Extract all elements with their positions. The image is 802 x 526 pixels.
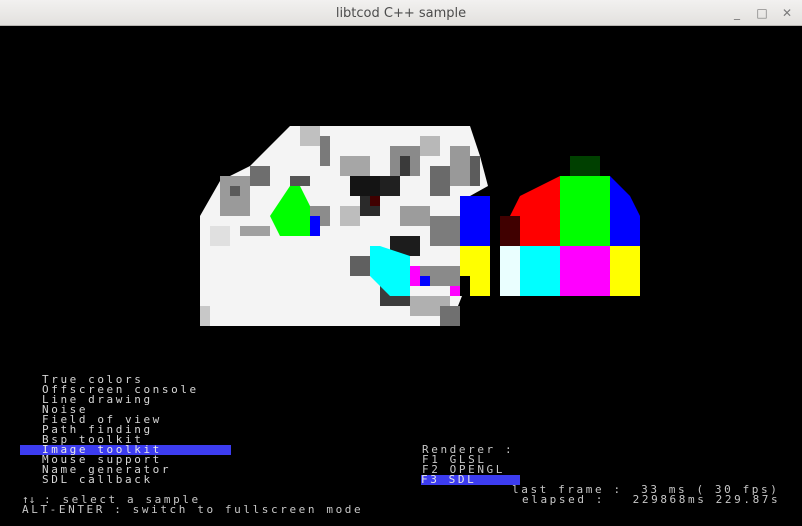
close-icon[interactable]: ✕ bbox=[779, 5, 795, 21]
renderer-option-sdl[interactable]: F3 SDL bbox=[421, 474, 520, 485]
color-quadrant-image bbox=[500, 156, 640, 296]
minimize-icon[interactable]: _ bbox=[729, 5, 745, 21]
window-titlebar: libtcod C++ sample _ □ ✕ bbox=[0, 0, 802, 26]
console-area: True colors Offscreen console Line drawi… bbox=[0, 26, 802, 526]
elapsed-stat: elapsed : 229868ms 229.87s bbox=[522, 493, 781, 506]
help-fullscreen: ALT-ENTER : switch to fullscreen mode bbox=[22, 503, 364, 516]
window-title: libtcod C++ sample bbox=[335, 6, 467, 21]
skull-image bbox=[200, 126, 490, 326]
menu-item-sdl-callback[interactable]: SDL callback bbox=[20, 474, 231, 485]
maximize-icon[interactable]: □ bbox=[754, 5, 770, 21]
